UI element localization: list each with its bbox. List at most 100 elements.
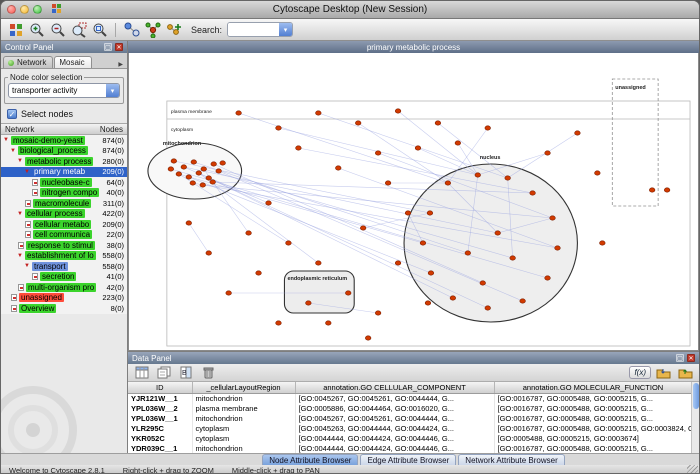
graph-node[interactable] [545, 151, 551, 155]
tree-item-response-to-stimul[interactable]: response to stimul38(0) [1, 240, 127, 251]
zoom-selected-region-icon[interactable] [69, 20, 88, 39]
graph-node[interactable] [220, 161, 226, 165]
tree-item-cellular-metabo[interactable]: cellular metabo209(0) [1, 219, 127, 230]
search-text-field[interactable] [228, 23, 279, 36]
graph-node[interactable] [465, 251, 471, 255]
graph-node[interactable] [475, 173, 481, 177]
tab-edge-attribute-browser[interactable]: Edge Attribute Browser [360, 454, 456, 465]
search-input[interactable]: ▾ [227, 22, 293, 37]
tab-mosaic[interactable]: Mosaic [54, 56, 91, 68]
graph-node[interactable] [345, 291, 351, 295]
zoom-out-icon[interactable] [48, 20, 67, 39]
cell[interactable]: YPL036W__1 [128, 413, 192, 423]
graph-node[interactable] [455, 141, 461, 145]
column-header-annotation-go-cellular-component[interactable]: annotation.GO CELLULAR_COMPONENT [295, 382, 494, 393]
new-network-from-selection-icon[interactable] [164, 20, 183, 39]
tree-item-unassigned[interactable]: unassigned223(0) [1, 293, 127, 304]
close-panel-icon[interactable]: ✕ [115, 43, 123, 51]
graph-node[interactable] [395, 109, 401, 113]
tree-item-overview[interactable]: Overview8(0) [1, 303, 127, 314]
cell[interactable]: mitochondrion [192, 413, 295, 423]
graph-node[interactable] [555, 246, 561, 250]
cell[interactable]: YPL036W__2 [128, 403, 192, 413]
zoom-window-button[interactable] [33, 5, 42, 14]
graph-node[interactable] [425, 301, 431, 305]
graph-node[interactable] [326, 321, 332, 325]
tab-scroll-right-icon[interactable]: ▶ [116, 61, 125, 68]
expand-icon[interactable]: ▼ [24, 261, 32, 271]
select-attributes-button[interactable] [132, 363, 151, 382]
cell[interactable]: [GO:0016787, GO:0005488, GO:0005215, GO:… [494, 423, 692, 433]
graph-node[interactable] [510, 256, 516, 260]
import-attributes-button[interactable] [654, 363, 673, 382]
cell[interactable]: plasma membrane [192, 403, 295, 413]
tree-item-cell-communica[interactable]: cell communica22(0) [1, 230, 127, 241]
graph-node[interactable] [256, 271, 262, 275]
tab-node-attribute-browser[interactable]: Node Attribute Browser [262, 454, 358, 465]
float-data-panel-icon[interactable]: ▢ [676, 354, 684, 362]
tree-item-nucleobase-c[interactable]: nucleobase-c64(0) [1, 177, 127, 188]
graph-node[interactable] [236, 111, 242, 115]
graph-node[interactable] [375, 311, 381, 315]
tab-network[interactable]: Network [3, 56, 53, 68]
tree-item-mosaic-demo-yeast[interactable]: ▼mosaic-demo-yeast874(0) [1, 135, 127, 146]
tree-item-cellular-process[interactable]: ▼cellular process422(0) [1, 209, 127, 220]
expand-icon[interactable]: ▼ [3, 135, 11, 145]
graph-node[interactable] [375, 151, 381, 155]
tree-item-primary-metab[interactable]: ▼primary metab209(0) [1, 167, 127, 178]
graph-node[interactable] [191, 160, 197, 164]
tree-item-establishment-of-lo[interactable]: ▼establishment of lo558(0) [1, 251, 127, 262]
zoom-in-icon[interactable] [27, 20, 46, 39]
graph-node[interactable] [206, 251, 212, 255]
graph-node[interactable] [286, 241, 292, 245]
graph-node[interactable] [355, 121, 361, 125]
resize-grip[interactable] [687, 465, 698, 474]
graph-node[interactable] [276, 126, 282, 130]
graph-node[interactable] [435, 121, 441, 125]
graph-node[interactable] [365, 336, 371, 340]
graph-node[interactable] [335, 166, 341, 170]
network-canvas[interactable]: plasma membranecytoplasmmitochondrionnuc… [128, 53, 699, 351]
cell[interactable]: [GO:0016787, GO:0005488, GO:0005215, G..… [494, 403, 692, 413]
graph-node[interactable] [664, 188, 670, 192]
graph-node[interactable] [210, 180, 216, 184]
cell[interactable]: [GO:0016787, GO:0005488, GO:0005215, G..… [494, 393, 692, 403]
cell[interactable]: [GO:0045267, GO:0045261, GO:0044444, G..… [295, 393, 494, 403]
graph-node[interactable] [495, 231, 501, 235]
graph-node[interactable] [445, 181, 451, 185]
copy-attributes-button[interactable] [154, 363, 173, 382]
cell[interactable]: [GO:0016787, GO:0005488, GO:0005215, G..… [494, 443, 692, 453]
cell[interactable]: mitochondrion [192, 443, 295, 453]
graph-node[interactable] [595, 171, 601, 175]
graph-node[interactable] [600, 241, 606, 245]
close-window-button[interactable] [7, 5, 16, 14]
table-row-ydr039c-1[interactable]: YDR039C__1mitochondrion[GO:0044444, GO:0… [128, 443, 692, 453]
graph-node[interactable] [545, 276, 551, 280]
graph-node[interactable] [206, 176, 212, 180]
equation-builder-button[interactable]: f(x) [629, 366, 651, 379]
zoom-to-fit-icon[interactable] [90, 20, 109, 39]
expand-icon[interactable]: ▼ [17, 209, 25, 219]
cell[interactable]: [GO:0045267, GO:0045261, GO:0044444, G..… [295, 413, 494, 423]
close-data-panel-icon[interactable]: ✕ [687, 354, 695, 362]
expand-icon[interactable]: ▼ [24, 167, 32, 177]
tab-network-attribute-browser[interactable]: Network Attribute Browser [458, 454, 564, 465]
graph-node[interactable] [316, 111, 322, 115]
cell[interactable]: YLR295C [128, 423, 192, 433]
cell[interactable]: [GO:0045263, GO:0044444, GO:0044424, G..… [295, 423, 494, 433]
cell[interactable]: YJR121W__1 [128, 393, 192, 403]
graph-node[interactable] [226, 291, 232, 295]
first-neighbors-icon[interactable] [143, 20, 162, 39]
graph-node[interactable] [415, 146, 421, 150]
batch-edit-attribute-button[interactable]: B [176, 363, 195, 382]
graph-node[interactable] [200, 183, 206, 187]
cell[interactable]: cytoplasm [192, 433, 295, 443]
export-attributes-button[interactable] [676, 363, 695, 382]
graph-node[interactable] [649, 188, 655, 192]
expand-icon[interactable]: ▼ [10, 146, 18, 156]
graph-node[interactable] [520, 299, 526, 303]
graph-node[interactable] [216, 169, 222, 173]
tree-item-nitrogen-compo[interactable]: nitrogen compo40(0) [1, 188, 127, 199]
tree-item-metabolic-process[interactable]: ▼metabolic process280(0) [1, 156, 127, 167]
dropdown-arrow-icon[interactable]: ▾ [106, 84, 119, 97]
